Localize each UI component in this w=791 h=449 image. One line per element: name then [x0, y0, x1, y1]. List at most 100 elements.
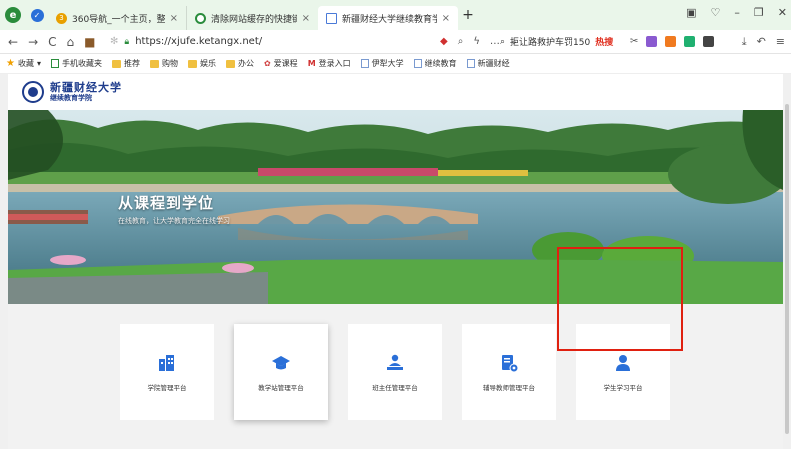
bookmark-label: 娱乐 — [199, 59, 216, 68]
search-text[interactable]: 拒让路救护车罚150 — [510, 35, 590, 48]
url-field[interactable]: ✻ 🔒︎ https://xjufe.ketangx.net/ — [110, 36, 440, 47]
tab-360-search[interactable]: 清除网站缓存的快捷键_360搜索 × — [186, 6, 318, 30]
bookmark-icourse[interactable]: ✿ 爱课程 — [264, 58, 298, 69]
close-tab-icon[interactable]: × — [442, 13, 450, 24]
close-tab-icon[interactable]: × — [302, 13, 310, 24]
folder-icon — [187, 59, 197, 68]
university-seal-icon[interactable] — [22, 81, 44, 103]
scrollbar-thumb[interactable] — [785, 104, 789, 434]
tab-bar: e ✓ 3 360导航_一个主页，整个世界 × 清除网站缓存的快捷键_360搜索… — [0, 0, 791, 30]
tab-favicon-icon: 3 — [56, 12, 67, 24]
undo-icon[interactable]: ↶ — [757, 35, 766, 49]
scissors-icon[interactable]: ✂ — [630, 36, 638, 47]
graduation-cap-icon — [270, 352, 292, 374]
bookmark-label: 继续教育 — [424, 59, 457, 68]
speed-icon[interactable]: ϟ — [473, 36, 480, 47]
bookmark-office[interactable]: 办公 — [225, 58, 254, 69]
tab-favicon-icon — [326, 12, 337, 24]
new-tab-button[interactable]: + — [458, 7, 478, 23]
folder-icon — [111, 59, 121, 68]
right-tools: ⤓ ↶ ≡ — [742, 35, 785, 49]
site-info-icon[interactable]: ✻ — [110, 36, 118, 47]
browser-logo-icon[interactable]: e — [0, 7, 26, 23]
bookmark-label: 购物 — [161, 59, 178, 68]
menu-icon[interactable]: ≡ — [776, 35, 785, 49]
extensions: ✂ — [630, 36, 715, 47]
platform-label: 学院管理平台 — [147, 384, 187, 392]
tab-xjufe[interactable]: 新疆财经大学继续教育学院-学 × — [318, 6, 458, 30]
m-icon: M — [307, 59, 316, 68]
bookmark-label: 办公 — [237, 59, 254, 68]
extension-orange-icon[interactable] — [665, 36, 677, 47]
logo-line2: 继续教育学院 — [50, 93, 92, 103]
platform-label: 辅导教师管理平台 — [483, 384, 535, 392]
hero-title: 从课程到学位 — [118, 194, 215, 212]
bookmark-shopping[interactable]: 购物 — [149, 58, 178, 69]
bookmark-mobile[interactable]: 手机收藏夹 — [50, 58, 102, 69]
bookmark-label: 登录入口 — [318, 59, 351, 68]
folder-icon — [149, 59, 159, 68]
nav-buttons: ← → C ⌂ ■ — [0, 35, 110, 49]
bookmark-xjufe[interactable]: 新疆财经 — [466, 58, 510, 69]
bookmark-yili[interactable]: 伊犁大学 — [360, 58, 404, 69]
teacher-desk-icon — [384, 352, 406, 374]
scrollbar[interactable] — [783, 74, 791, 449]
bookmark-entertainment[interactable]: 娱乐 — [187, 58, 216, 69]
platform-label: 教学站管理平台 — [258, 384, 304, 392]
hot-search-label[interactable]: 热搜 — [595, 35, 613, 48]
bookmark-label: 手机收藏夹 — [61, 59, 102, 68]
hero-subtitle: 在线教育，让大学教育完全在线学习 — [118, 217, 230, 225]
tab-list-icon[interactable]: ▣ — [686, 6, 696, 19]
platform-card-college[interactable]: 学院管理平台 — [120, 324, 214, 420]
flower-icon: ✿ — [263, 59, 271, 68]
bookmark-continuing-ed[interactable]: 继续教育 — [413, 58, 457, 69]
maximize-icon[interactable]: ❐ — [754, 6, 764, 19]
chevron-down-icon: ▾ — [36, 59, 41, 68]
lock-icon: 🔒︎ — [124, 36, 130, 47]
download-icon[interactable]: ⤓ — [742, 35, 747, 49]
minimize-icon[interactable]: – — [734, 6, 740, 19]
reload-icon[interactable]: C — [48, 35, 56, 49]
platform-label: 学生学习平台 — [603, 384, 643, 392]
bookmark-label: 新疆财经 — [477, 59, 510, 68]
tab-360-nav[interactable]: 3 360导航_一个主页，整个世界 × — [48, 6, 186, 30]
zoom-icon[interactable]: ⌕ — [458, 36, 464, 47]
close-window-icon[interactable]: ✕ — [778, 6, 787, 19]
briefcase-icon[interactable]: ■ — [84, 35, 95, 49]
platform-card-teaching-station[interactable]: 教学站管理平台 — [234, 324, 328, 420]
site-header: 新疆财经大学 继续教育学院 — [8, 74, 783, 110]
bookmark-recommend[interactable]: 推荐 — [111, 58, 140, 69]
security-icon[interactable]: ◆ — [440, 36, 448, 47]
back-icon[interactable]: ← — [8, 35, 18, 49]
tab-favicon-icon — [195, 12, 206, 24]
platform-label: 班主任管理平台 — [372, 384, 418, 392]
bookmark-favorites[interactable]: ★ 收藏 ▾ — [6, 58, 41, 69]
tab-label: 360导航_一个主页，整个世界 — [72, 14, 165, 25]
close-tab-icon[interactable]: × — [170, 13, 178, 24]
platform-card-tutor[interactable]: 辅导教师管理平台 — [462, 324, 556, 420]
extension-green-icon[interactable] — [684, 36, 696, 47]
site-logo[interactable]: 新疆财经大学 继续教育学院 — [50, 82, 122, 102]
page-icon — [466, 59, 475, 68]
platform-card-head-teacher[interactable]: 班主任管理平台 — [348, 324, 442, 420]
tab-label: 清除网站缓存的快捷键_360搜索 — [211, 14, 297, 25]
search-icon: ⌕ — [500, 36, 506, 47]
building-icon — [156, 352, 178, 374]
skin-icon[interactable]: ♡ — [711, 6, 721, 19]
more-icon[interactable]: … — [490, 36, 500, 47]
bookmark-label: 伊犁大学 — [371, 59, 404, 68]
bookmark-login[interactable]: M 登录入口 — [308, 58, 351, 69]
home-icon[interactable]: ⌂ — [67, 35, 75, 49]
address-tools: ◆ ⌕ ϟ … ⌄ — [440, 36, 518, 47]
apps-icon[interactable] — [703, 36, 715, 47]
shield-icon[interactable]: ✓ — [26, 8, 48, 22]
url-text[interactable]: https://xjufe.ketangx.net/ — [135, 36, 262, 47]
highlight-box — [557, 247, 683, 351]
student-icon — [612, 352, 634, 374]
search-box[interactable]: ⌕ 拒让路救护车罚150 热搜 — [500, 35, 620, 49]
bookmark-label: 收藏 — [17, 59, 34, 68]
forward-icon[interactable]: → — [28, 35, 38, 49]
document-gear-icon — [498, 352, 520, 374]
phone-icon — [50, 59, 59, 68]
extension-purple-icon[interactable] — [646, 36, 658, 47]
